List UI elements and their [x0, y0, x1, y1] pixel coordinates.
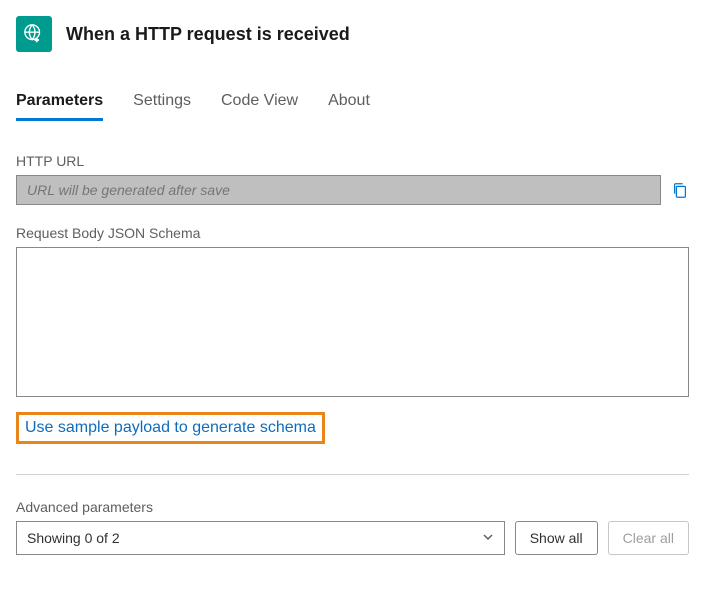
- advanced-select[interactable]: Showing 0 of 2: [16, 521, 505, 555]
- chevron-down-icon: [482, 530, 494, 546]
- schema-textarea[interactable]: [16, 247, 689, 397]
- clear-all-button: Clear all: [608, 521, 689, 555]
- sample-payload-highlight: Use sample payload to generate schema: [16, 412, 325, 444]
- section-divider: [16, 474, 689, 475]
- tab-about[interactable]: About: [328, 92, 370, 121]
- trigger-header: When a HTTP request is received: [16, 16, 689, 52]
- advanced-label: Advanced parameters: [16, 499, 689, 515]
- copy-icon: [671, 181, 689, 199]
- tab-bar: Parameters Settings Code View About: [16, 92, 689, 121]
- http-url-row: [16, 175, 689, 205]
- tab-settings[interactable]: Settings: [133, 92, 191, 121]
- http-url-input[interactable]: [16, 175, 661, 205]
- advanced-parameters-row: Showing 0 of 2 Show all Clear all: [16, 521, 689, 555]
- schema-label: Request Body JSON Schema: [16, 225, 689, 241]
- http-trigger-icon: [16, 16, 52, 52]
- globe-icon: [23, 23, 45, 45]
- http-url-label: HTTP URL: [16, 153, 689, 169]
- tab-parameters[interactable]: Parameters: [16, 92, 103, 121]
- advanced-select-value: Showing 0 of 2: [27, 530, 120, 546]
- use-sample-payload-link[interactable]: Use sample payload to generate schema: [25, 419, 316, 436]
- tab-code-view[interactable]: Code View: [221, 92, 298, 121]
- show-all-button[interactable]: Show all: [515, 521, 598, 555]
- trigger-title: When a HTTP request is received: [66, 24, 350, 45]
- copy-url-button[interactable]: [671, 181, 689, 199]
